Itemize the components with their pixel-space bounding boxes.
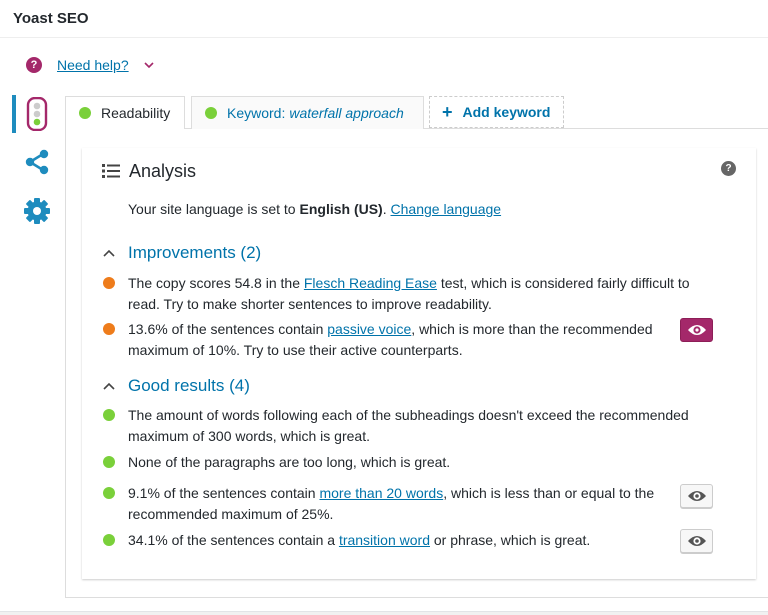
panel-header[interactable]: Yoast SEO: [0, 0, 768, 38]
result-text: The amount of words following each of th…: [128, 407, 689, 444]
tab-keyword-value: waterfall approach: [289, 105, 404, 121]
result-text: 9.1% of the sentences contain more than …: [128, 483, 698, 525]
highlight-long-sentences-button[interactable]: [680, 484, 713, 508]
status-dot-good: [103, 534, 115, 546]
language-suffix: .: [382, 201, 391, 217]
result-text-pre: 34.1% of the sentences contain a: [128, 532, 339, 548]
result-item: 13.6% of the sentences contain passive v…: [102, 319, 722, 361]
question-icon: ?: [26, 57, 42, 73]
eye-icon: [687, 491, 706, 501]
result-text-pre: 13.6% of the sentences contain: [128, 321, 328, 337]
traffic-light-icon[interactable]: [26, 97, 48, 131]
result-item: The amount of words following each of th…: [102, 405, 722, 447]
tab-readability-label: Readability: [101, 105, 171, 121]
analysis-title: Analysis: [129, 160, 197, 181]
language-value: English (US): [299, 201, 383, 217]
result-item: 9.1% of the sentences contain more than …: [102, 483, 722, 525]
result-text-pre: The copy scores 54.8 in the: [128, 275, 304, 291]
status-dot-good: [103, 487, 115, 499]
help-toggle[interactable]: ? Need help?: [26, 55, 155, 75]
plus-icon: +: [442, 102, 453, 122]
result-item: 34.1% of the sentences contain a transit…: [102, 530, 722, 551]
tab-keyword[interactable]: Keyword: waterfall approach: [191, 96, 424, 129]
improvements-toggle[interactable]: Improvements (2): [102, 242, 261, 264]
question-icon[interactable]: ?: [721, 161, 736, 176]
language-prefix: Your site language is set to: [128, 201, 300, 217]
analysis-header: Analysis: [102, 160, 196, 182]
share-icon[interactable]: [24, 149, 50, 175]
result-text: 13.6% of the sentences contain passive v…: [128, 319, 698, 361]
add-keyword-button[interactable]: + Add keyword: [429, 96, 564, 128]
status-dot-good: [205, 107, 217, 119]
status-dot-good: [79, 107, 91, 119]
panel-title: Yoast SEO: [13, 10, 89, 27]
result-item: The copy scores 54.8 in the Flesch Readi…: [102, 273, 722, 315]
result-text: The copy scores 54.8 in the Flesch Readi…: [128, 273, 698, 315]
good-results-toggle[interactable]: Good results (4): [102, 375, 250, 397]
status-dot-warning: [103, 323, 115, 335]
long-sentences-link[interactable]: more than 20 words: [319, 485, 443, 501]
analysis-card: Analysis ? Your site language is set to …: [82, 148, 756, 579]
result-text: 34.1% of the sentences contain a transit…: [128, 530, 698, 551]
tab-keyword-prefix: Keyword:: [227, 105, 286, 121]
transition-word-link[interactable]: transition word: [339, 532, 430, 548]
chevron-down-icon[interactable]: [143, 59, 155, 71]
change-language-link[interactable]: Change language: [391, 201, 502, 217]
chevron-up-icon: [103, 382, 115, 390]
tab-readability[interactable]: Readability: [65, 96, 185, 129]
site-language-notice: Your site language is set to English (US…: [128, 201, 501, 217]
good-results-heading: Good results (4): [128, 376, 250, 395]
status-dot-good: [103, 409, 115, 421]
add-keyword-label: Add keyword: [462, 104, 551, 120]
result-text: None of the paragraphs are too long, whi…: [128, 454, 451, 470]
need-help-link[interactable]: Need help?: [57, 57, 129, 73]
highlight-transition-words-button[interactable]: [680, 529, 713, 553]
result-text-post: or phrase, which is great.: [429, 532, 591, 548]
chevron-up-icon: [103, 249, 115, 257]
eye-icon: [687, 325, 706, 335]
status-dot-warning: [103, 277, 115, 289]
passive-voice-link[interactable]: passive voice: [327, 321, 411, 337]
status-dot-good: [103, 456, 115, 468]
gear-icon[interactable]: [23, 197, 51, 225]
highlight-passive-voice-button[interactable]: [680, 318, 713, 342]
improvements-heading: Improvements (2): [128, 243, 262, 262]
flesch-reading-ease-link[interactable]: Flesch Reading Ease: [304, 275, 437, 291]
yoast-seo-panel: Yoast SEO ? Need help? Readability Keywo…: [0, 0, 768, 612]
list-icon: [102, 164, 120, 178]
eye-icon: [687, 536, 706, 546]
active-tab-indicator: [12, 95, 16, 133]
result-text-pre: 9.1% of the sentences contain: [128, 485, 320, 501]
result-item: None of the paragraphs are too long, whi…: [102, 452, 722, 473]
